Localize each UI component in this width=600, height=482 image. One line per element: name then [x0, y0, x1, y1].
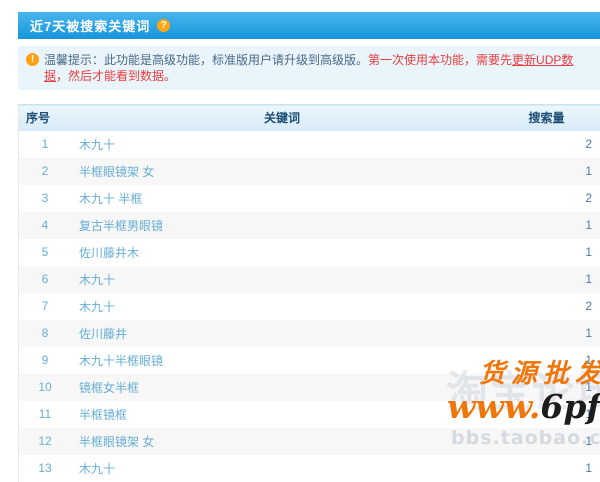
search-volume: 1: [493, 455, 600, 482]
table-row: 8 佐川藤井 1: [19, 320, 600, 347]
table-row: 6 木九十 1: [19, 266, 600, 293]
keyword-link[interactable]: 木九十: [79, 300, 115, 314]
search-volume: 1: [493, 239, 600, 266]
row-index: 3: [19, 185, 72, 212]
table-row: 11 半框镜框 1: [19, 401, 600, 428]
table-row: 7 木九十 2: [19, 293, 600, 320]
notice-text: 温馨提示：此功能是高级功能，标准版用户请升级到高级版。第一次使用本功能，需要先更…: [44, 52, 592, 84]
page-title: 近7天被搜索关键词: [30, 16, 150, 35]
row-index: 6: [19, 266, 72, 293]
table-row: 4 复古半框男眼镜 1: [19, 212, 600, 239]
table-row: 1 木九十 2: [19, 131, 600, 158]
help-icon[interactable]: ?: [157, 19, 170, 32]
keyword-link[interactable]: 木九十: [79, 462, 115, 476]
search-volume: 1: [493, 374, 600, 401]
search-volume: 2: [493, 185, 600, 212]
row-index: 7: [19, 293, 72, 320]
row-index: 1: [19, 131, 72, 158]
keyword-link[interactable]: 半框眼镜架 女: [79, 165, 154, 179]
row-index: 11: [19, 401, 72, 428]
search-volume: 1: [493, 320, 600, 347]
column-header-volume: 搜索量: [493, 105, 600, 131]
keyword-link[interactable]: 木九十: [79, 138, 115, 152]
row-index: 12: [19, 428, 72, 455]
warning-icon: !: [26, 53, 39, 66]
search-volume: 1: [493, 347, 600, 374]
row-index: 13: [19, 455, 72, 482]
keyword-link[interactable]: 半框镜框: [79, 408, 127, 422]
table-header-row: 序号 关键词 搜索量: [19, 105, 600, 131]
row-index: 9: [19, 347, 72, 374]
keyword-link[interactable]: 复古半框男眼镜: [79, 219, 163, 233]
notice-text-red: 第一次使用本功能，需要先: [368, 53, 512, 67]
content-area: 近7天被搜索关键词 ? ! 温馨提示：此功能是高级功能，标准版用户请升级到高级版…: [18, 12, 600, 482]
row-index: 10: [19, 374, 72, 401]
row-index: 5: [19, 239, 72, 266]
panel-titlebar: 近7天被搜索关键词 ?: [18, 12, 600, 39]
keyword-link[interactable]: 木九十半框眼镜: [79, 354, 163, 368]
table-row: 10 镜框女半框 1: [19, 374, 600, 401]
row-index: 8: [19, 320, 72, 347]
search-volume: 1: [493, 428, 600, 455]
table-row: 3 木九十 半框 2: [19, 185, 600, 212]
keywords-table: 序号 关键词 搜索量 1 木九十 2 2 半框眼镜架 女 1 3 木九十 半框 …: [18, 104, 600, 482]
keyword-link[interactable]: 半框眼镜架 女: [79, 435, 154, 449]
row-index: 4: [19, 212, 72, 239]
table-body: 1 木九十 2 2 半框眼镜架 女 1 3 木九十 半框 2 4 复古半框男眼镜…: [19, 131, 600, 482]
search-volume: 2: [493, 131, 600, 158]
search-volume: 1: [493, 158, 600, 185]
table-row: 9 木九十半框眼镜 1: [19, 347, 600, 374]
search-volume: 2: [493, 293, 600, 320]
table-row: 12 半框眼镜架 女 1: [19, 428, 600, 455]
search-volume: 1: [493, 401, 600, 428]
notice-text-normal: 温馨提示：此功能是高级功能，标准版用户请升级到高级版。: [44, 53, 368, 67]
table-row: 2 半框眼镜架 女 1: [19, 158, 600, 185]
search-volume: 1: [493, 266, 600, 293]
row-index: 2: [19, 158, 72, 185]
search-volume: 1: [493, 212, 600, 239]
table-row: 13 木九十 1: [19, 455, 600, 482]
keyword-link[interactable]: 佐川藤井: [79, 327, 127, 341]
keyword-link[interactable]: 木九十 半框: [79, 192, 142, 206]
column-header-keyword: 关键词: [71, 105, 493, 131]
notice-bar: ! 温馨提示：此功能是高级功能，标准版用户请升级到高级版。第一次使用本功能，需要…: [18, 46, 600, 90]
keyword-link[interactable]: 木九十: [79, 273, 115, 287]
notice-text-red-after: ，然后才能看到数据。: [56, 69, 176, 83]
keyword-link[interactable]: 镜框女半框: [79, 381, 139, 395]
table-row: 5 佐川藤井木 1: [19, 239, 600, 266]
keyword-link[interactable]: 佐川藤井木: [79, 246, 139, 260]
column-header-index: 序号: [19, 105, 72, 131]
